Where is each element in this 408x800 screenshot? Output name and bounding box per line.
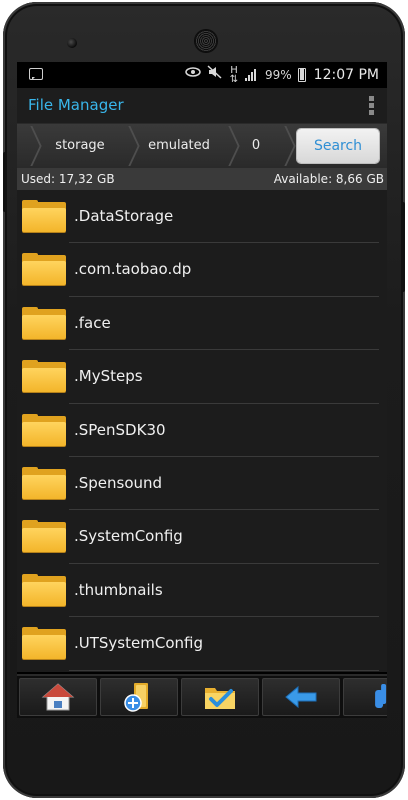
list-item[interactable]: .com.taobao.dp [17, 243, 387, 298]
phone-side-button [3, 152, 7, 212]
breadcrumb-separator [223, 126, 235, 166]
folder-icon [22, 573, 66, 606]
screen: H ⇅ 99% 12:07 PM File Manager storage emu… [17, 62, 387, 718]
search-button[interactable]: Search [297, 129, 379, 163]
status-bar: H ⇅ 99% 12:07 PM [17, 62, 387, 88]
list-item[interactable]: .UTSystemConfig [17, 617, 387, 671]
battery-icon [297, 68, 306, 82]
folder-icon [22, 306, 66, 339]
file-name: .DataStorage [74, 207, 174, 225]
file-name: .face [74, 313, 111, 332]
status-icons: H ⇅ 99% 12:07 PM [185, 65, 379, 85]
file-name: .SystemConfig [74, 527, 183, 546]
list-item[interactable]: .Spensound [17, 457, 387, 511]
file-name: .com.taobao.dp [74, 260, 192, 279]
file-list: .DataStorage .com.taobao.dp .face .MySte… [17, 190, 387, 672]
file-name: .Spensound [74, 473, 163, 492]
app-bar: File Manager [17, 88, 387, 124]
folder-icon [22, 413, 66, 446]
eye-icon [185, 66, 201, 84]
clock: 12:07 PM [313, 67, 379, 83]
list-item[interactable]: .DataStorage [17, 190, 387, 244]
select-folder-button[interactable] [181, 678, 259, 716]
mute-icon [207, 65, 223, 85]
breadcrumb-separator [123, 126, 135, 166]
earpiece-speaker [195, 30, 217, 52]
breadcrumb-item-0[interactable]: 0 [237, 124, 275, 168]
used-space: Used: 17,32 GB [21, 172, 115, 186]
select-folder-icon [205, 688, 235, 709]
file-name: .SPenSDK30 [74, 420, 166, 439]
back-button[interactable] [262, 678, 340, 716]
breadcrumb-separator [279, 126, 291, 166]
list-item[interactable]: .thumbnails [17, 564, 387, 618]
hand-icon [375, 684, 387, 708]
new-folder-icon [124, 683, 148, 712]
more-tools-button[interactable] [343, 678, 387, 716]
back-arrow-icon [285, 685, 317, 709]
list-item[interactable]: .MySteps [17, 350, 387, 404]
bottom-toolbar [17, 674, 387, 718]
notification-icon [29, 68, 43, 80]
signal-icon [245, 69, 259, 81]
breadcrumb: storage emulated 0 Search [17, 124, 387, 168]
battery-percent: 99% [265, 68, 292, 82]
list-item[interactable]: .SPenSDK30 [17, 404, 387, 458]
overflow-menu-icon[interactable] [369, 96, 375, 118]
list-item[interactable]: .SystemConfig [17, 510, 387, 565]
breadcrumb-item-storage[interactable]: storage [39, 124, 121, 168]
front-camera [67, 38, 77, 48]
folder-icon [22, 360, 66, 393]
folder-icon [22, 253, 66, 286]
storage-info: Used: 17,32 GB Available: 8,66 GB [17, 168, 387, 190]
file-name: .thumbnails [74, 580, 163, 599]
breadcrumb-separator [25, 126, 37, 166]
file-name: .UTSystemConfig [74, 634, 203, 653]
folder-icon [22, 466, 66, 499]
home-button[interactable] [19, 678, 97, 716]
phone-side-button [401, 202, 405, 292]
folder-icon [22, 200, 66, 232]
app-title: File Manager [28, 96, 124, 114]
breadcrumb-item-emulated[interactable]: emulated [137, 124, 221, 168]
new-folder-button[interactable] [100, 678, 178, 716]
available-space: Available: 8,66 GB [273, 172, 384, 186]
file-name: .MySteps [74, 367, 143, 386]
folder-icon [22, 520, 66, 553]
hplus-icon: H ⇅ [229, 65, 239, 85]
list-item[interactable]: .face [17, 297, 387, 351]
folder-icon [22, 627, 66, 660]
home-icon [41, 683, 75, 711]
